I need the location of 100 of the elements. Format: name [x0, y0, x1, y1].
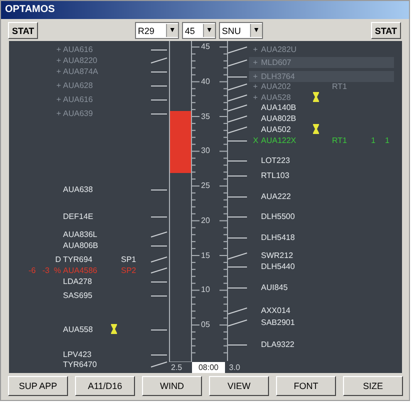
- flight-prefix: +: [253, 58, 258, 67]
- flight-row[interactable]: AXX014: [249, 305, 394, 316]
- leader-line: [149, 230, 169, 240]
- callsign-label: AUA222: [261, 192, 291, 201]
- flight-value: 1: [385, 136, 390, 145]
- callsign-label: AUI845: [261, 283, 288, 292]
- flight-row[interactable]: RTL103: [249, 170, 394, 181]
- toolbar-button[interactable]: A11/D16: [75, 376, 135, 396]
- stat-button[interactable]: STAT: [370, 22, 401, 39]
- dropdown-value: R29: [136, 26, 154, 36]
- callsign-label: DLH5500: [261, 212, 295, 221]
- toolbar-button[interactable]: VIEW: [209, 376, 269, 396]
- callsign-label: AUA122X: [261, 136, 296, 145]
- flight-row[interactable]: AUA836L: [29, 229, 149, 240]
- scale-label: 30: [201, 146, 210, 156]
- callsign-label: LPV423: [63, 350, 92, 359]
- flight-row[interactable]: AUA558: [29, 324, 149, 335]
- flight-row[interactable]: AUA222: [249, 191, 394, 202]
- flight-prefix: +: [56, 109, 61, 118]
- dropdown-value: 45: [184, 26, 195, 36]
- flight-row[interactable]: AUA502: [249, 124, 394, 135]
- flight-row[interactable]: AUA638: [29, 184, 149, 195]
- callsign-label: AUA4586: [63, 266, 98, 275]
- flight-row[interactable]: X AUA122X RT1 1 1: [249, 135, 394, 146]
- leader-line: [149, 360, 169, 370]
- callsign-label: LOT223: [261, 156, 290, 165]
- flight-row[interactable]: D TYR694 SP1: [29, 254, 149, 265]
- callsign-label: AUA802B: [261, 114, 296, 123]
- callsign-label: AUA558: [63, 325, 93, 334]
- scale-label: 45: [201, 42, 210, 51]
- flight-tag: RT1: [332, 136, 347, 145]
- flight-value: 1: [371, 136, 376, 145]
- flight-row[interactable]: DLH5500: [249, 211, 394, 222]
- callsign-label: TYR694: [63, 255, 92, 264]
- flight-prefix: +: [56, 45, 61, 54]
- scale-label: 05: [201, 320, 210, 329]
- flight-row[interactable]: TYR6470: [29, 359, 149, 370]
- callsign-label: AXX014: [261, 306, 290, 315]
- hourglass-icon: [111, 324, 117, 334]
- flight-row[interactable]: AUA802B: [249, 113, 394, 124]
- flight-row[interactable]: DLA9322: [249, 339, 394, 350]
- callsign-label: DLH5418: [261, 233, 295, 242]
- leader-line: [227, 82, 249, 92]
- leader-line: [227, 103, 249, 113]
- callsign-label: SAB2901: [261, 318, 295, 327]
- leader-line: [227, 251, 249, 261]
- scale-label: 25: [201, 181, 210, 190]
- stat-button[interactable]: STAT: [8, 22, 38, 39]
- flight-row[interactable]: AUI845: [249, 282, 394, 293]
- flight-row[interactable]: LPV423: [29, 349, 149, 360]
- callsign-label: SAS695: [63, 291, 92, 300]
- callsign-label: LDA278: [63, 277, 92, 286]
- callsign-label: AUA638: [63, 185, 93, 194]
- time-field: 08:00: [192, 362, 225, 373]
- callsign-label: AUA502: [261, 125, 291, 134]
- callsign-label: DLH3764: [261, 72, 295, 81]
- callsign-label: DLA9322: [261, 340, 294, 349]
- flight-row[interactable]: DEF14E: [29, 211, 149, 222]
- leader-line: [149, 266, 169, 276]
- flight-row[interactable]: DLH5440: [249, 261, 394, 272]
- toolbar-button[interactable]: SIZE: [343, 376, 403, 396]
- flight-tag: SP2: [121, 266, 136, 275]
- flight-prefix: +: [56, 67, 61, 76]
- flight-row[interactable]: SWR212: [249, 250, 394, 261]
- hourglass-icon: [313, 124, 319, 134]
- scale-label: 40: [201, 76, 210, 86]
- flight-row[interactable]: SAS695: [29, 290, 149, 301]
- flight-prefix: X: [253, 136, 258, 145]
- scale-label: 15: [201, 250, 210, 260]
- flight-prefix: +: [253, 93, 258, 102]
- callsign-label: AUA282U: [261, 45, 297, 54]
- flight-tag: RT1: [332, 82, 347, 91]
- toolbar-button[interactable]: SUP APP: [8, 376, 68, 396]
- scale-label: 20: [201, 216, 210, 225]
- callsign-label: AUA616: [63, 95, 93, 104]
- callsign-label: SWR212: [261, 251, 294, 260]
- toolbar-button[interactable]: WIND: [142, 376, 202, 396]
- callsign-label: AUA836L: [63, 230, 98, 239]
- callsign-label: AUA616: [63, 45, 93, 54]
- flight-row[interactable]: DLH5418: [249, 232, 394, 243]
- callsign-label: AUA202: [261, 82, 291, 91]
- scale-label: 10: [201, 285, 210, 294]
- flight-prefix: +: [56, 95, 61, 104]
- callsign-label: RTL103: [261, 171, 290, 180]
- hourglass-icon: [313, 92, 319, 102]
- callsign-label: AUA140B: [261, 103, 296, 112]
- flight-prefix: -6 -3 %: [28, 266, 61, 275]
- leader-line: [149, 56, 169, 66]
- callsign-label: AUA806B: [63, 241, 98, 250]
- callsign-label: TYR6470: [63, 360, 97, 369]
- window-title: OPTAMOS: [1, 1, 409, 19]
- flight-row[interactable]: AUA140B: [249, 102, 394, 113]
- leader-line: [227, 318, 249, 328]
- flight-row[interactable]: LDA278: [29, 276, 149, 287]
- flight-prefix: +: [253, 82, 258, 91]
- flight-row[interactable]: LOT223: [249, 155, 394, 166]
- leader-line: [227, 45, 249, 55]
- flight-row[interactable]: SAB2901: [249, 317, 394, 328]
- toolbar-button[interactable]: FONT: [276, 376, 336, 396]
- flight-row[interactable]: AUA806B: [29, 240, 149, 251]
